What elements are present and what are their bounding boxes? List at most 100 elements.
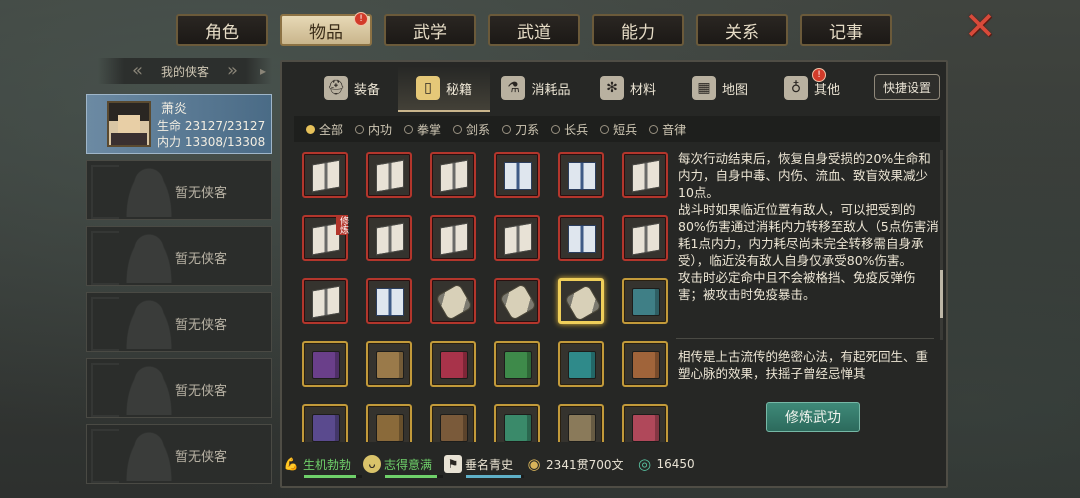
gems-label: 16450 bbox=[656, 457, 695, 471]
book-icon bbox=[312, 351, 340, 379]
item-slot[interactable] bbox=[558, 215, 604, 261]
hero-name: 萧炎 bbox=[161, 102, 188, 117]
book-icon bbox=[440, 351, 468, 379]
mood-label: 志得意满 bbox=[384, 457, 433, 472]
divider bbox=[676, 338, 934, 339]
item-slot[interactable] bbox=[366, 404, 412, 442]
hero-slot-selected[interactable]: 萧炎 生命 23127/23127 内力 13308/13308 bbox=[86, 94, 272, 154]
filter-option-4[interactable]: 刀系 bbox=[502, 121, 539, 138]
top-tab-6[interactable]: 记事 bbox=[800, 14, 892, 46]
radio-icon bbox=[404, 124, 414, 134]
item-slot[interactable] bbox=[558, 341, 604, 387]
category-tab-4[interactable]: ▦ 地图 bbox=[674, 66, 766, 110]
expand-arrow-icon[interactable]: ▸ bbox=[260, 64, 266, 78]
filter-label: 短兵 bbox=[613, 122, 638, 137]
item-slot[interactable] bbox=[622, 404, 668, 442]
top-tab-0[interactable]: 角色 bbox=[176, 14, 268, 46]
item-slot[interactable] bbox=[622, 152, 668, 198]
category-tab-2[interactable]: ⚗ 消耗品 bbox=[490, 66, 582, 110]
item-slot[interactable] bbox=[558, 278, 604, 324]
empty-slot-label: 暂无侠客 bbox=[175, 252, 228, 267]
top-tab-label: 记事 bbox=[829, 22, 863, 43]
empty-slot-label: 暂无侠客 bbox=[175, 186, 228, 201]
slot-frame-decoration bbox=[91, 231, 119, 285]
item-slot[interactable] bbox=[366, 215, 412, 261]
book-icon bbox=[632, 159, 660, 193]
category-tab-1[interactable]: ▯ 秘籍 bbox=[398, 66, 490, 112]
book-icon bbox=[440, 414, 468, 442]
item-slot[interactable] bbox=[366, 341, 412, 387]
item-slot[interactable] bbox=[622, 278, 668, 324]
book-icon bbox=[312, 414, 340, 442]
filter-option-7[interactable]: 音律 bbox=[649, 121, 686, 138]
item-slot[interactable]: 修炼 bbox=[302, 215, 348, 261]
category-tab-0[interactable]: ⛑ 装备 bbox=[306, 66, 398, 110]
hero-slot-empty[interactable]: 暂无侠客 bbox=[86, 358, 272, 418]
item-slot[interactable] bbox=[430, 152, 476, 198]
close-icon[interactable]: ✕ bbox=[960, 7, 1000, 45]
item-slot[interactable] bbox=[430, 341, 476, 387]
item-slot[interactable] bbox=[558, 152, 604, 198]
book-icon bbox=[376, 351, 404, 379]
item-slot[interactable] bbox=[430, 215, 476, 261]
item-slot[interactable] bbox=[302, 404, 348, 442]
quick-settings-button[interactable]: 快捷设置 bbox=[874, 74, 940, 100]
hero-slot-empty[interactable]: 暂无侠客 bbox=[86, 292, 272, 352]
item-slot[interactable] bbox=[494, 152, 540, 198]
item-slot[interactable] bbox=[622, 341, 668, 387]
hero-slot-empty[interactable]: 暂无侠客 bbox=[86, 160, 272, 220]
filter-option-0[interactable]: 全部 bbox=[306, 121, 343, 138]
top-tab-3[interactable]: 武道 bbox=[488, 14, 580, 46]
book-icon bbox=[504, 162, 532, 190]
book-icon bbox=[504, 222, 532, 256]
item-slot[interactable] bbox=[494, 278, 540, 324]
hero-slot-empty[interactable]: 暂无侠客 bbox=[86, 424, 272, 484]
filter-label: 拳掌 bbox=[417, 122, 442, 137]
item-slot[interactable] bbox=[302, 341, 348, 387]
item-slot[interactable] bbox=[430, 278, 476, 324]
top-tab-2[interactable]: 武学 bbox=[384, 14, 476, 46]
book-icon bbox=[632, 414, 660, 442]
category-tab-5[interactable]: ♁ 其他! bbox=[766, 66, 858, 110]
radio-icon bbox=[502, 124, 512, 134]
hero-slot-empty[interactable]: 暂无侠客 bbox=[86, 226, 272, 286]
item-slot[interactable] bbox=[302, 152, 348, 198]
top-tab-1[interactable]: 物品! bbox=[280, 12, 372, 46]
strength-icon: 💪 bbox=[283, 457, 299, 471]
train-skill-button[interactable]: 修炼武功 bbox=[766, 402, 860, 432]
item-slot[interactable] bbox=[622, 215, 668, 261]
book-icon bbox=[376, 159, 404, 193]
filter-option-6[interactable]: 短兵 bbox=[600, 121, 637, 138]
item-lore: 相传是上古流传的绝密心法，有起死回生、重塑心脉的效果，扶摇子曾经忌惮其 bbox=[678, 349, 929, 381]
item-description: 每次行动结束后，恢复自身受损的20%生命和内力，自身中毒、内伤、流血、致盲效果减… bbox=[678, 150, 940, 303]
item-slot[interactable] bbox=[494, 404, 540, 442]
category-tab-3[interactable]: ✻ 材料 bbox=[582, 66, 674, 110]
training-tag: 修炼 bbox=[336, 215, 348, 235]
top-tab-5[interactable]: 关系 bbox=[696, 14, 788, 46]
lantern-icon: ♁ bbox=[783, 76, 808, 100]
top-tab-label: 能力 bbox=[621, 22, 655, 43]
filter-option-1[interactable]: 内功 bbox=[355, 121, 392, 138]
item-slot[interactable] bbox=[494, 341, 540, 387]
chevron-right-icon: » bbox=[226, 60, 238, 81]
item-slot[interactable] bbox=[430, 404, 476, 442]
book-icon bbox=[440, 222, 468, 256]
filter-option-5[interactable]: 长兵 bbox=[551, 121, 588, 138]
item-slot[interactable] bbox=[366, 278, 412, 324]
item-slot[interactable] bbox=[494, 215, 540, 261]
filter-option-3[interactable]: 剑系 bbox=[453, 121, 490, 138]
filter-label: 剑系 bbox=[466, 122, 491, 137]
book-icon bbox=[568, 351, 596, 379]
item-slot[interactable] bbox=[302, 278, 348, 324]
money-label: 2341贯700文 bbox=[546, 457, 624, 472]
description-scrollbar[interactable] bbox=[940, 150, 943, 340]
slot-frame-decoration bbox=[91, 297, 119, 351]
book-icon bbox=[312, 285, 340, 319]
fame-status: ⚑ 垂名青史 bbox=[444, 455, 525, 478]
item-slot[interactable] bbox=[558, 404, 604, 442]
desc-paragraph-1: 每次行动结束后，恢复自身受损的20%生命和内力，自身中毒、内伤、流血、致盲效果减… bbox=[678, 151, 931, 200]
filter-option-2[interactable]: 拳掌 bbox=[404, 121, 441, 138]
top-tab-4[interactable]: 能力 bbox=[592, 14, 684, 46]
desc-paragraph-2: 战斗时如果临近位置有敌人，可以把受到的80%伤害通过消耗内力转移至敌人（5点伤害… bbox=[678, 202, 939, 268]
item-slot[interactable] bbox=[366, 152, 412, 198]
